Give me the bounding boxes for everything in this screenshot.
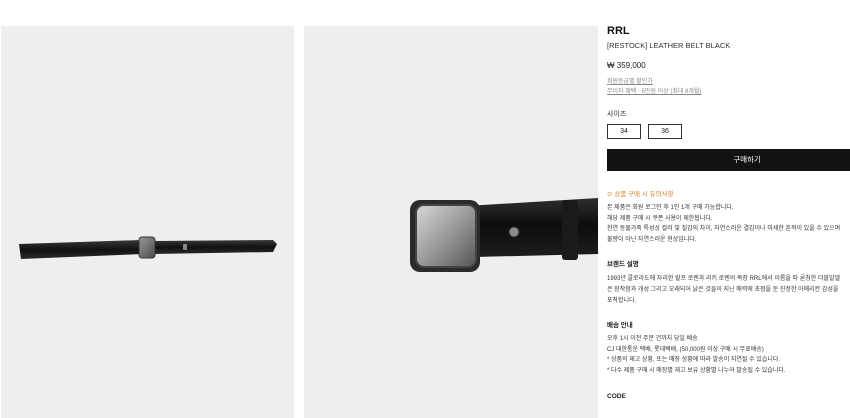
member-grade-link[interactable]: 회원등급별 할인가 [607,77,850,87]
shipping-line: CJ 대한통운 택배, 롯데택배, (50,000원 이상 구매 시 무료배송) [607,346,764,353]
shipping-line: 오후 1시 이전 주문 건까지 당일 배송 [607,336,698,343]
size-options: 34 36 [607,124,850,139]
belt-buckle-closeup-illustration [410,198,598,272]
size-label: 사이즈 [607,111,627,118]
shipping-title: 배송 안내 [607,322,633,330]
notice-line: 해당 제품 구매 시 쿠폰 사용이 제한됩니다. [607,215,713,222]
product-image-1[interactable] [1,26,294,418]
product-image-2[interactable] [304,26,598,418]
brand-desc-line: 포착합니다. [607,297,637,304]
brand-desc-line: 1993년 콜로라도에 자리한 랄프 로렌과 리키 로렌의 목장 RRL에서 이… [607,276,841,283]
belt-full-illustration [19,236,277,259]
shipping-line: * 상품의 재고 상황, 또는 매장 상황에 따라 발송이 지연될 수 있습니다… [607,357,781,364]
notice-line: 본 제품은 회원 로그인 후 1인 1개 구매 가능합니다. [607,205,734,211]
notice-line: 불량이 아닌 자연스러운 현상입니다. [607,236,697,243]
code-title: CODE [607,392,626,400]
product-name: [RESTOCK] LEATHER BELT BLACK [607,41,731,50]
buy-button[interactable]: 구매하기 [607,149,850,171]
brand-desc-title: 브랜드 설명 [607,261,639,269]
product-price: ₩ 359,000 [607,61,646,70]
notice-title: ⊙ 상품 구매 시 유의사항 [607,191,674,198]
interest-free-link[interactable]: 무이자 혜택 · 5만원 이상 (최대 8개월) [607,87,850,97]
size-option-36[interactable]: 36 [648,124,682,139]
size-option-34[interactable]: 34 [607,124,641,139]
product-info-panel: RRL [RESTOCK] LEATHER BELT BLACK ₩ 359,0… [607,24,850,402]
brand-desc-line: 은 장착함과 개성 그리고 오래되어 낡은 것들이 지닌 매력에 초점을 둔 진… [607,286,839,293]
notice-line: 천연 동물가죽 특성상 컬러 및 질감의 차이, 자연스러운 결감이나 미세한 … [607,226,841,233]
shipping-line: * 다수 제품 구매 시 매장별 재고 보유 상황별 나누어 발송될 수 있습니… [607,367,786,374]
brand-name[interactable]: RRL [607,24,850,38]
